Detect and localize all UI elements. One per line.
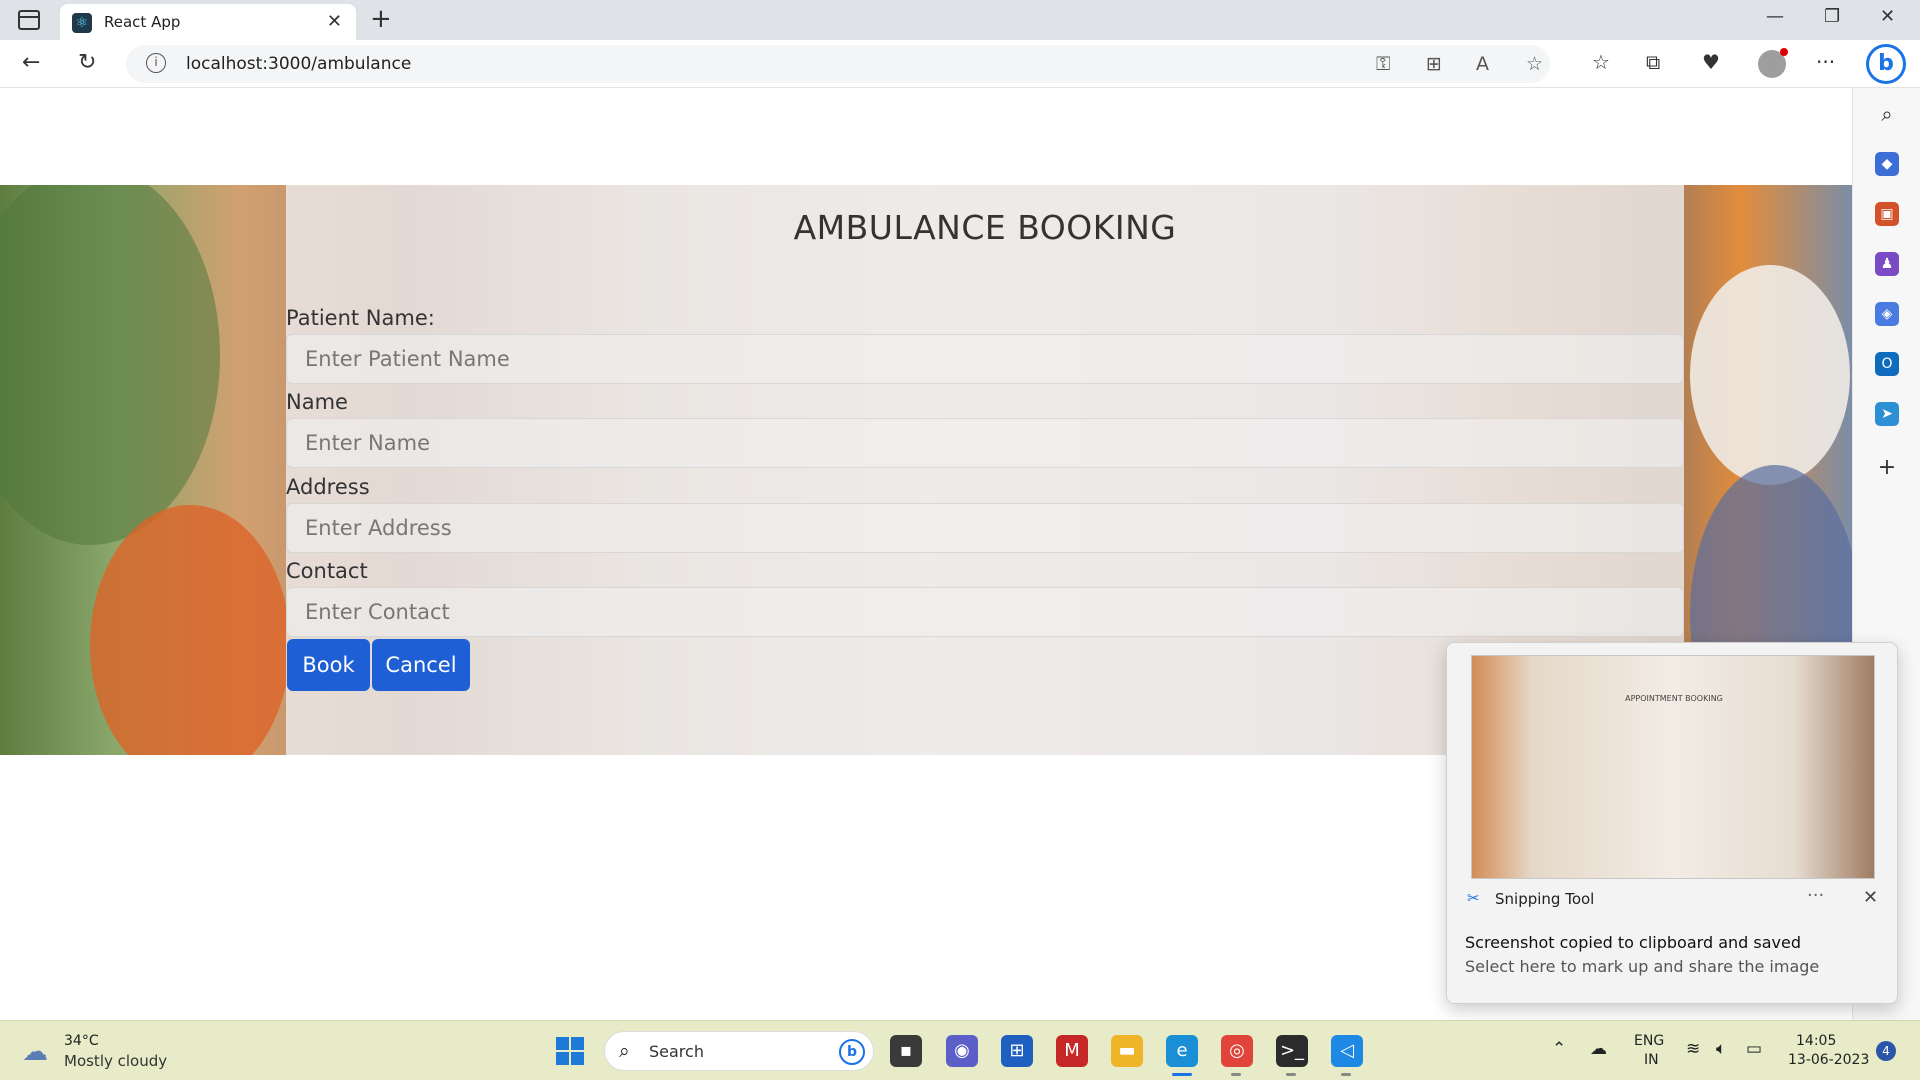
snipping-tool-notification[interactable]: APPOINTMENT BOOKING ✂ Snipping Tool ··· … — [1446, 642, 1898, 1004]
notification-count-badge[interactable]: 4 — [1876, 1041, 1896, 1061]
tools-briefcase-icon[interactable]: ▣ — [1875, 202, 1899, 226]
address-label: Address — [286, 475, 370, 499]
teams-chat-icon[interactable]: ◉ — [946, 1035, 978, 1067]
battery-icon[interactable]: ▭ — [1746, 1039, 1762, 1059]
microsoft365-icon[interactable]: ◈ — [1875, 302, 1899, 326]
key-icon[interactable]: ⚿ — [1376, 53, 1390, 75]
weather-cloud-icon[interactable]: ☁ — [22, 1037, 48, 1067]
chrome-icon[interactable]: ◎ — [1221, 1035, 1253, 1067]
search-icon[interactable]: ⌕ — [1875, 102, 1899, 126]
taskbar-search-label: Search — [649, 1042, 704, 1061]
mcafee-icon[interactable]: M — [1056, 1035, 1088, 1067]
minimize-icon[interactable]: — — [1766, 6, 1784, 27]
file-explorer-icon[interactable]: ▬ — [1111, 1035, 1143, 1067]
bing-copilot-icon[interactable]: b — [1866, 44, 1906, 84]
snipping-tool-icon: ✂ — [1467, 889, 1480, 907]
favorites-icon[interactable]: ☆ — [1592, 50, 1610, 74]
restore-icon[interactable]: ❐ — [1824, 6, 1840, 27]
new-tab-icon[interactable]: + — [370, 4, 392, 34]
address-bar[interactable]: i localhost:3000/ambulance ⚿ ⊞ A ☆ — [126, 45, 1550, 83]
profile-avatar[interactable] — [1758, 48, 1788, 78]
address-placeholder: Enter Address — [305, 516, 452, 540]
task-view-icon[interactable]: ▪ — [890, 1035, 922, 1067]
screenshot-thumbnail[interactable]: APPOINTMENT BOOKING — [1471, 655, 1875, 879]
outlook-icon[interactable]: O — [1875, 352, 1899, 376]
book-button[interactable]: Book — [287, 639, 370, 691]
chrome-running-indicator — [1231, 1073, 1241, 1076]
react-icon: ⚛ — [72, 13, 92, 33]
weather-description[interactable]: Mostly cloudy — [64, 1052, 167, 1070]
taskbar-search[interactable]: ⌕ Search b — [604, 1031, 874, 1071]
read-aloud-icon[interactable]: A — [1476, 53, 1489, 75]
weather-temperature[interactable]: 34°C — [64, 1033, 99, 1049]
refresh-icon[interactable]: ↻ — [78, 50, 96, 75]
contact-placeholder: Enter Contact — [305, 600, 450, 624]
onedrive-cloud-icon[interactable]: ☁ — [1590, 1039, 1607, 1059]
patient-name-label: Patient Name: — [286, 306, 435, 330]
url-text[interactable]: localhost:3000/ambulance — [186, 54, 411, 74]
back-icon[interactable]: ← — [22, 50, 40, 75]
patient-name-input[interactable]: Enter Patient Name — [286, 334, 1684, 384]
microsoft-store-icon[interactable]: ⊞ — [1001, 1035, 1033, 1067]
collections-icon[interactable]: ⧉ — [1646, 50, 1660, 74]
language-indicator[interactable]: ENG — [1634, 1033, 1664, 1049]
patient-name-placeholder: Enter Patient Name — [305, 347, 510, 371]
more-options-icon[interactable]: ··· — [1816, 50, 1835, 74]
name-placeholder: Enter Name — [305, 431, 430, 455]
windows-start-icon[interactable] — [556, 1037, 584, 1065]
cancel-button[interactable]: Cancel — [372, 639, 470, 691]
add-icon[interactable]: + — [1875, 456, 1899, 480]
vscode-running-indicator — [1341, 1073, 1351, 1076]
notification-message: Screenshot copied to clipboard and saved — [1465, 933, 1801, 952]
taskbar: ☁ 34°C Mostly cloudy ⌕ Search b ▪ ◉ ⊞ M … — [0, 1020, 1920, 1080]
browser-essentials-icon[interactable]: ♥ — [1702, 50, 1720, 74]
browser-tab[interactable]: ⚛ React App ✕ — [60, 4, 356, 40]
region-indicator[interactable]: IN — [1644, 1052, 1659, 1068]
notification-subtext: Select here to mark up and share the ima… — [1465, 957, 1820, 976]
tab-actions-icon[interactable] — [18, 10, 40, 30]
tab-title: React App — [104, 13, 181, 31]
clock-time[interactable]: 14:05 — [1796, 1033, 1836, 1049]
clock-date[interactable]: 13-06-2023 — [1788, 1052, 1869, 1068]
name-input[interactable]: Enter Name — [286, 418, 1684, 468]
site-info-icon[interactable]: i — [146, 53, 166, 73]
close-window-icon[interactable]: ✕ — [1880, 6, 1895, 27]
edge-icon[interactable]: e — [1166, 1035, 1198, 1067]
vscode-icon[interactable]: ◁ — [1331, 1035, 1363, 1067]
terminal-icon[interactable]: >_ — [1276, 1035, 1308, 1067]
browser-tab-bar: ⚛ React App ✕ + — ❐ ✕ — [0, 0, 1920, 40]
notification-app-name: Snipping Tool — [1495, 890, 1595, 908]
terminal-running-indicator — [1286, 1073, 1296, 1076]
thumbnail-title: APPOINTMENT BOOKING — [1625, 694, 1723, 703]
form-title: AMBULANCE BOOKING — [793, 208, 1177, 247]
address-input[interactable]: Enter Address — [286, 503, 1684, 553]
shopping-tag-icon[interactable]: ◆ — [1875, 152, 1899, 176]
wifi-icon[interactable]: ≋ — [1686, 1039, 1700, 1059]
edge-active-indicator — [1172, 1073, 1192, 1076]
games-icon[interactable]: ♟ — [1875, 252, 1899, 276]
show-hidden-icons-chevron-icon[interactable]: ⌃ — [1552, 1039, 1566, 1059]
bing-icon[interactable]: b — [839, 1039, 865, 1065]
contact-input[interactable]: Enter Contact — [286, 587, 1684, 637]
drop-icon[interactable]: ➤ — [1875, 402, 1899, 426]
close-icon[interactable]: ✕ — [1863, 887, 1878, 908]
browser-toolbar: ← ↻ i localhost:3000/ambulance ⚿ ⊞ A ☆ ☆… — [0, 40, 1920, 88]
close-tab-icon[interactable]: ✕ — [327, 11, 342, 32]
search-icon: ⌕ — [619, 1040, 630, 1062]
contact-label: Contact — [286, 559, 368, 583]
favorite-star-icon[interactable]: ☆ — [1526, 53, 1543, 75]
volume-icon[interactable]: 🔈︎ — [1716, 1039, 1726, 1059]
apps-icon[interactable]: ⊞ — [1426, 53, 1442, 75]
more-icon[interactable]: ··· — [1807, 885, 1824, 906]
name-label: Name — [286, 390, 348, 414]
